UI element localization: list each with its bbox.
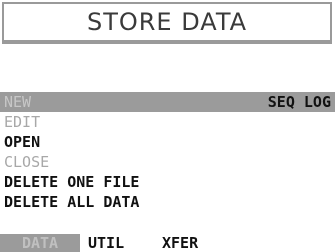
title-divider	[2, 42, 332, 44]
menu-item-close[interactable]: CLOSE	[0, 152, 335, 172]
menu-item-label: DELETE ALL DATA	[4, 193, 140, 211]
title-bar: STORE DATA	[2, 2, 332, 42]
device-screen: STORE DATA NEW SEQ LOG EDIT OPEN CLOSE D…	[0, 0, 335, 252]
tab-xfer[interactable]: XFER	[150, 234, 220, 252]
menu-item-label: CLOSE	[4, 153, 50, 171]
page-title: STORE DATA	[86, 8, 248, 36]
menu-item-delete-one-file[interactable]: DELETE ONE FILE	[0, 172, 335, 192]
menu-item-edit[interactable]: EDIT	[0, 112, 335, 132]
store-data-menu: NEW SEQ LOG EDIT OPEN CLOSE DELETE ONE F…	[0, 92, 335, 212]
menu-item-label: EDIT	[4, 113, 41, 131]
menu-item-delete-all-data[interactable]: DELETE ALL DATA	[0, 192, 335, 212]
menu-item-new[interactable]: NEW SEQ LOG	[0, 92, 335, 112]
menu-item-label: DELETE ONE FILE	[4, 173, 140, 191]
tab-bar: DATA UTIL XFER	[0, 234, 335, 252]
seq-log-label: SEQ LOG	[267, 93, 331, 111]
menu-item-open[interactable]: OPEN	[0, 132, 335, 152]
menu-item-label: OPEN	[4, 133, 41, 151]
tab-util[interactable]: UTIL	[80, 234, 150, 252]
tab-data[interactable]: DATA	[0, 234, 80, 252]
menu-item-label: NEW	[4, 93, 32, 111]
